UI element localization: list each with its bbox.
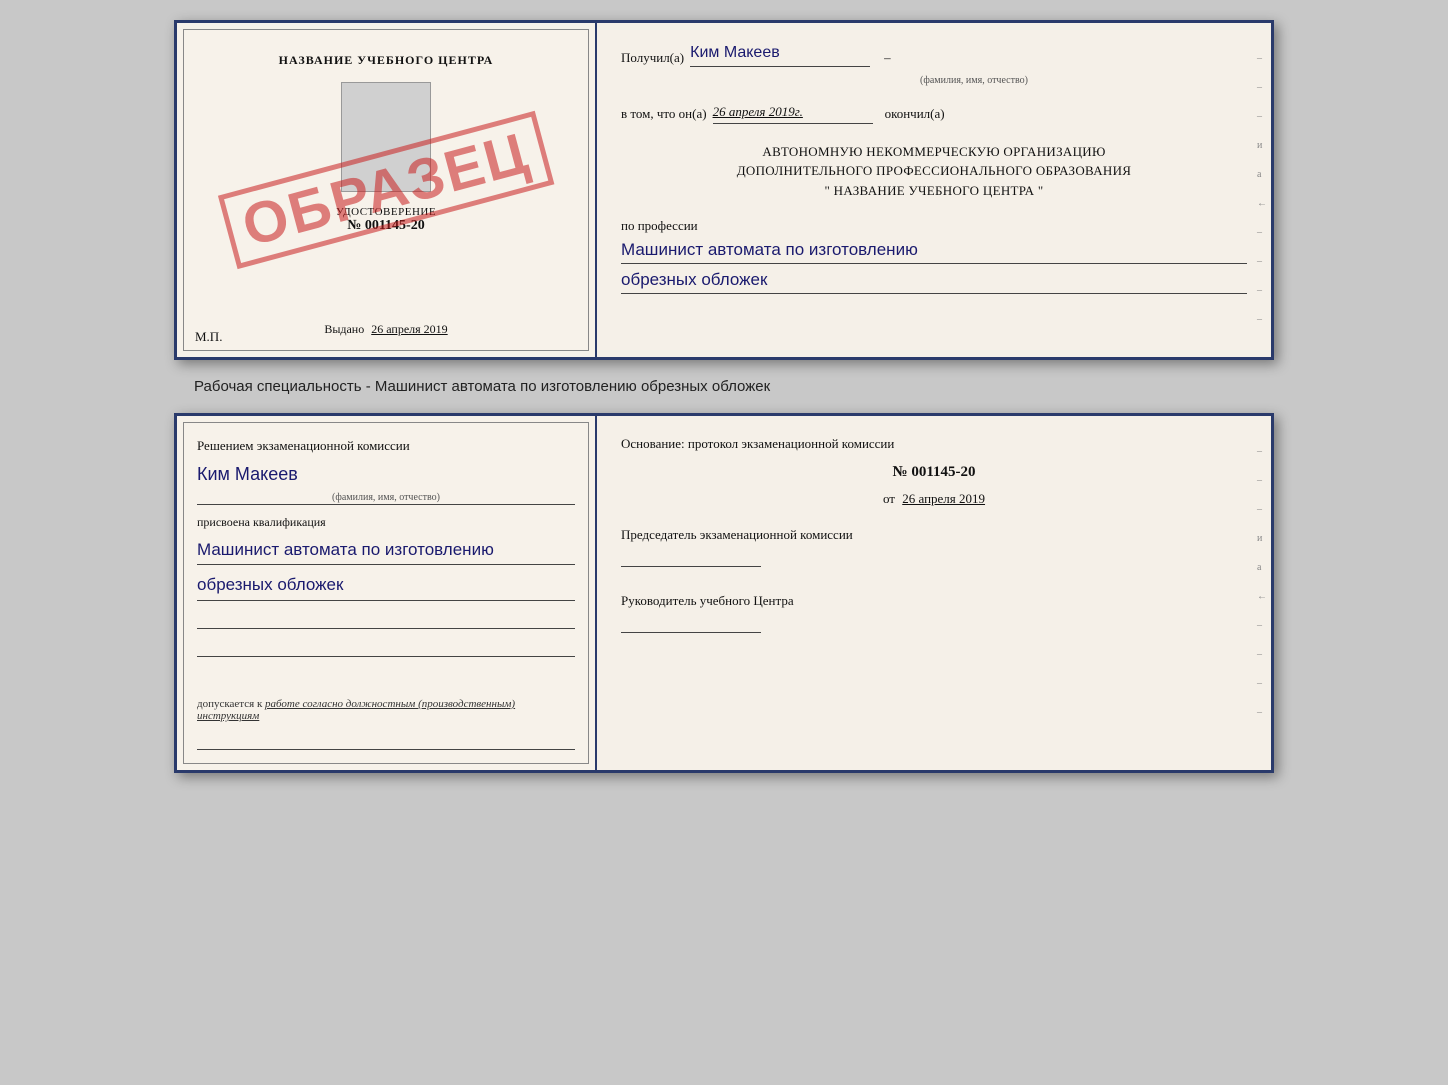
date-field: 26 апреля 2019г. bbox=[713, 102, 873, 124]
back-right-page: Основание: протокол экзаменационной коми… bbox=[597, 416, 1271, 770]
dash-sep: – bbox=[884, 48, 891, 68]
basis-number: № 001145-20 bbox=[621, 464, 1247, 481]
back-fio-label: (фамилия, имя, отчество) bbox=[197, 491, 575, 505]
back-left-page: Решением экзаменационной комиссии Ким Ма… bbox=[177, 416, 597, 770]
org-block: АВТОНОМНУЮ НЕКОММЕРЧЕСКУЮ ОРГАНИЗАЦИЮ ДО… bbox=[621, 142, 1247, 201]
rukovoditel-block: Руководитель учебного Центра bbox=[621, 593, 1247, 633]
poluchil-row: Получил(а) Ким Макеев – bbox=[621, 41, 1247, 67]
qualification-line2: обрезных обложек bbox=[197, 571, 575, 601]
vtomchto-row: в том, что он(а) 26 апреля 2019г. окончи… bbox=[621, 102, 1247, 124]
predsedatel-sig-line bbox=[621, 549, 1247, 567]
cert-photo-placeholder bbox=[341, 82, 431, 192]
recipient-name-field: Ким Макеев bbox=[690, 41, 870, 67]
vydano-label: Выдано bbox=[324, 322, 364, 336]
cert-right-page: Получил(а) Ким Макеев – (фамилия, имя, о… bbox=[597, 23, 1271, 357]
org-line1: АВТОНОМНУЮ НЕКОММЕРЧЕСКУЮ ОРГАНИЗАЦИЮ bbox=[621, 142, 1247, 162]
udostoverenie-label: УДОСТОВЕРЕНИЕ bbox=[336, 206, 436, 218]
fio-label-top: (фамилия, имя, отчество) bbox=[701, 75, 1247, 86]
rukovoditel-signature bbox=[621, 615, 761, 633]
basis-date-value: 26 апреля 2019 bbox=[902, 491, 985, 506]
dopuskaetsya-label: допускается к bbox=[197, 698, 262, 710]
dopuskaetsya-block: допускается к работе согласно должностны… bbox=[197, 692, 575, 722]
predsedatel-block: Председатель экзаменационной комиссии bbox=[621, 527, 1247, 567]
poluchil-label: Получил(а) bbox=[621, 48, 684, 68]
vydano-date: 26 апреля 2019 bbox=[371, 322, 447, 336]
document-container: НАЗВАНИЕ УЧЕБНОГО ЦЕНТРА УДОСТОВЕРЕНИЕ №… bbox=[20, 20, 1428, 773]
profession-block: по профессии Машинист автомата по изгото… bbox=[621, 218, 1247, 294]
blank-line-2 bbox=[197, 639, 575, 657]
mp-label: М.П. bbox=[195, 329, 222, 345]
cert-id-block: УДОСТОВЕРЕНИЕ № 001145-20 bbox=[336, 206, 436, 234]
bottom-certificate-book: Решением экзаменационной комиссии Ким Ма… bbox=[174, 413, 1274, 773]
cert-school-title: НАЗВАНИЕ УЧЕБНОГО ЦЕНТРА bbox=[279, 53, 494, 68]
rukovoditel-label: Руководитель учебного Центра bbox=[621, 593, 1247, 609]
qualification-line1: Машинист автомата по изготовлению bbox=[197, 536, 575, 566]
ot-label: от bbox=[883, 491, 895, 506]
cert-left-page: НАЗВАНИЕ УЧЕБНОГО ЦЕНТРА УДОСТОВЕРЕНИЕ №… bbox=[177, 23, 597, 357]
side-marks: – – – и а ← – – – – bbox=[1257, 53, 1267, 325]
back-side-marks: – – – и а ← – – – – bbox=[1257, 446, 1267, 718]
org-line3: " НАЗВАНИЕ УЧЕБНОГО ЦЕНТРА " bbox=[621, 181, 1247, 201]
prisvoena-label: присвоена квалификация bbox=[197, 515, 575, 530]
org-line2: ДОПОЛНИТЕЛЬНОГО ПРОФЕССИОНАЛЬНОГО ОБРАЗО… bbox=[621, 161, 1247, 181]
predsedatel-label: Председатель экзаменационной комиссии bbox=[621, 527, 1247, 543]
completion-date: 26 апреля 2019г. bbox=[713, 104, 803, 119]
document-caption: Рабочая специальность - Машинист автомат… bbox=[194, 378, 770, 395]
osnovanie-text: Основание: протокол экзаменационной коми… bbox=[621, 434, 1247, 454]
resheniem-heading: Решением экзаменационной комиссии bbox=[197, 436, 575, 456]
rukovoditel-sig-line bbox=[621, 615, 1247, 633]
basis-date: от 26 апреля 2019 bbox=[621, 491, 1247, 507]
profession-line2: обрезных обложек bbox=[621, 266, 1247, 294]
top-certificate-book: НАЗВАНИЕ УЧЕБНОГО ЦЕНТРА УДОСТОВЕРЕНИЕ №… bbox=[174, 20, 1274, 360]
okonchil-label: окончил(а) bbox=[885, 104, 945, 124]
predsedatel-signature bbox=[621, 549, 761, 567]
back-recipient-name: Ким Макеев bbox=[197, 464, 575, 485]
recipient-name: Ким Макеев bbox=[690, 44, 780, 61]
profession-line1: Машинист автомата по изготовлению bbox=[621, 236, 1247, 264]
vtomchto-label: в том, что он(а) bbox=[621, 104, 707, 124]
blank-line-1 bbox=[197, 611, 575, 629]
po-professii-label: по профессии bbox=[621, 218, 1247, 234]
cert-number: № 001145-20 bbox=[336, 218, 436, 234]
blank-line-3 bbox=[197, 732, 575, 750]
cert-date-block: Выдано 26 апреля 2019 bbox=[324, 322, 447, 337]
